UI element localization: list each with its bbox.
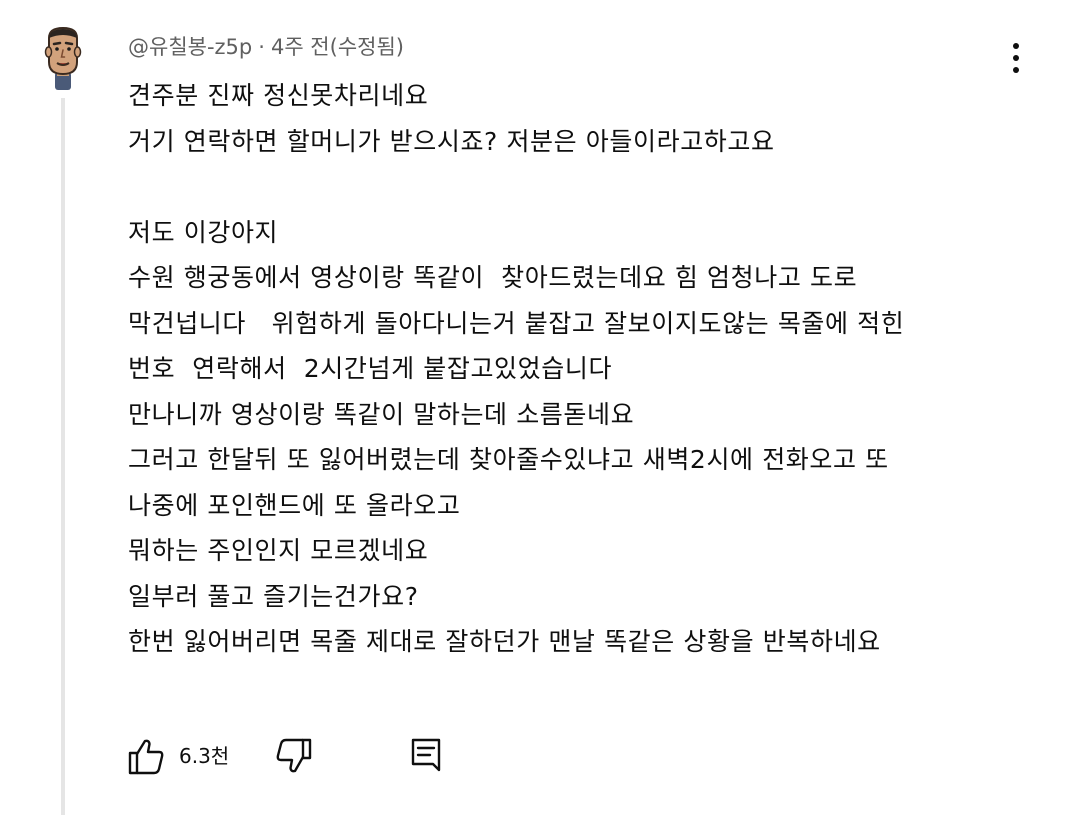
comment-line: 거기 연락하면 할머니가 받으시죠? 저분은 아들이라고하고요 — [128, 126, 775, 156]
more-dot — [1013, 43, 1019, 49]
thread-line — [61, 98, 65, 815]
comment-line: 그러고 한달뒤 또 잃어버렸는데 찾아줄수있냐고 새벽2시에 전화오고 또 — [128, 445, 889, 474]
comment-header: @유칠봉-z5p · 4주 전(수정됨) — [128, 32, 404, 62]
cartoon-face-avatar — [44, 26, 82, 90]
comment-line — [128, 168, 1028, 214]
comment-line: 만나니까 영상이랑 똑같이 말하는데 소름돋네요 — [128, 399, 635, 429]
thumbs-down-icon — [276, 738, 312, 773]
dislike-button[interactable] — [274, 734, 314, 778]
comment-line: 수원 행궁동에서 영상이랑 똑같이 찾아드렸는데요 힘 엄청나고 도로 — [128, 263, 858, 292]
comment-line: 나중에 포인핸드에 또 올라오고 — [128, 490, 461, 520]
comment-line: 막건넙니다 위험하게 돌아다니는거 붙잡고 잘보이지도않는 목줄에 적힌 — [128, 308, 905, 338]
comment-line: 뭐하는 주인인지 모르겠네요 — [128, 536, 429, 565]
more-dot — [1013, 67, 1019, 73]
comment-line: 저도 이강아지 — [128, 217, 279, 247]
comment-line: 한번 잃어버리면 목줄 제대로 잘하던가 맨날 똑같은 상황을 반복하네요 — [128, 627, 881, 656]
author-name[interactable]: @유칠봉-z5p — [128, 35, 252, 59]
reply-icon — [411, 738, 441, 772]
more-vertical-icon[interactable] — [1000, 38, 1032, 78]
reply-button[interactable] — [408, 734, 446, 778]
like-count: 6.3천 — [179, 744, 230, 768]
comment-timestamp[interactable]: 4주 전(수정됨) — [271, 35, 404, 59]
comment-text: 견주분 진짜 정신못차리네요 거기 연락하면 할머니가 받으시죠? 저분은 아들… — [128, 77, 1028, 669]
like-button[interactable] — [126, 734, 166, 778]
comment-line: 번호 연락해서 2시간넘게 붙잡고있었습니다 — [128, 354, 613, 383]
comment-line: 견주분 진짜 정신못차리네요 — [128, 81, 429, 110]
avatar[interactable] — [44, 26, 82, 92]
comment-actions: 6.3천 — [126, 734, 486, 778]
thumbs-up-icon — [128, 739, 164, 775]
separator-dot: · — [258, 35, 265, 59]
more-dot — [1013, 55, 1019, 61]
comment-line: 일부러 풀고 즐기는건가요? — [128, 581, 419, 611]
